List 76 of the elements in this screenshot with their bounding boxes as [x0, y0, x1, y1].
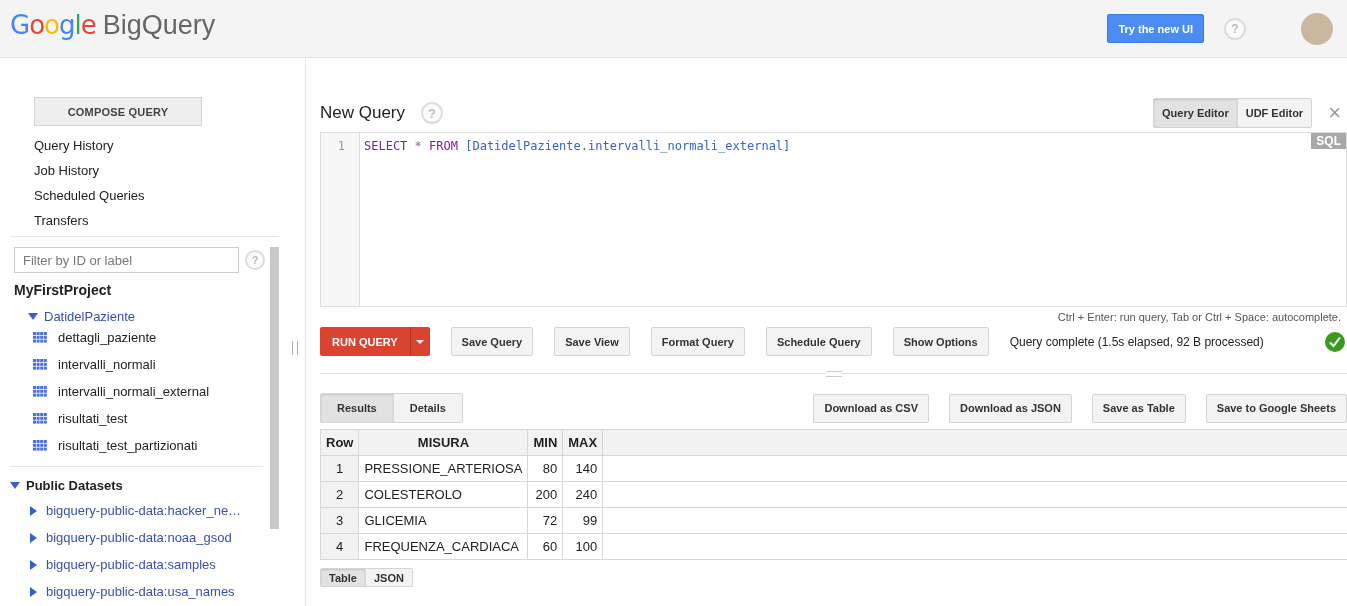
export-button[interactable]: Save as Table [1091, 393, 1186, 423]
table-link[interactable]: intervalli_normali [58, 357, 156, 372]
dataset-link[interactable]: bigquery-public-data:samples [46, 557, 216, 572]
table-cell: 240 [562, 481, 603, 508]
table-cell: 60 [527, 533, 563, 560]
expand-triangle-icon[interactable] [28, 313, 38, 320]
compose-query-button[interactable]: COMPOSE QUERY [34, 97, 202, 126]
nav-link[interactable]: Job History [34, 158, 100, 183]
action-button[interactable]: Save Query [450, 327, 534, 356]
table-cell: 140 [562, 455, 603, 482]
resize-handle-icon[interactable] [292, 341, 298, 355]
table-icon [33, 332, 47, 343]
column-header: MISURA [358, 429, 528, 456]
scrollbar[interactable] [270, 247, 279, 529]
code-editor[interactable]: 1 SELECT * FROM [DatidelPaziente.intervalli_normali_external] SQL [320, 132, 1347, 307]
table-cell: 72 [527, 507, 563, 534]
nav-link[interactable]: Scheduled Queries [34, 183, 145, 208]
nav-link[interactable]: Transfers [34, 208, 89, 233]
query-title: New Query [320, 103, 406, 123]
dataset-link[interactable]: DatidelPaziente [44, 309, 136, 324]
export-button[interactable]: Download as CSV [813, 393, 929, 423]
expand-triangle-icon[interactable] [30, 559, 37, 570]
table-icon [33, 359, 47, 370]
action-button[interactable]: Show Options [892, 327, 989, 356]
project-name[interactable]: MyFirstProject [14, 281, 112, 299]
action-button[interactable]: Schedule Query [765, 327, 872, 356]
export-button[interactable]: Save to Google Sheets [1205, 393, 1347, 423]
status-message: Query complete (1.5s elapsed, 92 B processed) [1009, 334, 1264, 349]
nav-link[interactable]: Query History [34, 133, 114, 158]
code-line: SELECT * FROM [DatidelPaziente.intervalli_normali_external] [364, 138, 791, 154]
table-link[interactable]: dettagli_paziente [58, 330, 157, 345]
column-header: MAX [562, 429, 603, 456]
table-cell: PRESSIONE_ARTERIOSA [358, 455, 528, 482]
table-cell: 1 [320, 455, 359, 482]
action-button[interactable]: Format Query [650, 327, 745, 356]
expand-triangle-icon[interactable] [30, 505, 37, 516]
column-header: MIN [527, 429, 563, 456]
table-cell: GLICEMIA [358, 507, 528, 534]
dataset-link[interactable]: bigquery-public-data:usa_names [46, 584, 235, 599]
export-button[interactable]: Download as JSON [949, 393, 1072, 423]
table-icon [33, 413, 47, 424]
editor-tab[interactable]: Query Editor [1154, 99, 1237, 127]
table-link[interactable]: risultati_test [58, 411, 128, 426]
table-link[interactable]: risultati_test_partizionati [58, 438, 198, 453]
column-header: Row [320, 429, 359, 456]
table-cell: 2 [320, 481, 359, 508]
results-tab[interactable]: Details [392, 394, 462, 422]
dataset-link[interactable]: bigquery-public-data:noaa_gsod [46, 530, 232, 545]
table-cell: 3 [320, 507, 359, 534]
filter-field[interactable]: Filter by ID or label [14, 247, 239, 273]
view-tab[interactable]: Table [321, 569, 365, 586]
action-button[interactable]: Save View [554, 327, 630, 356]
table-cell: 99 [562, 507, 603, 534]
expand-triangle-icon[interactable] [30, 532, 37, 543]
line-number: 1 [336, 138, 346, 154]
brand-logo: Google BigQuery [10, 10, 216, 41]
expand-triangle-icon[interactable] [30, 586, 37, 597]
table-cell: COLESTEROLO [358, 481, 528, 508]
table-cell: 200 [527, 481, 563, 508]
section-title[interactable]: Public Datasets [26, 477, 123, 493]
table-cell: 100 [562, 533, 603, 560]
editor-tab[interactable]: UDF Editor [1236, 99, 1312, 127]
resize-handle-icon[interactable] [825, 371, 842, 377]
language-badge: SQL [1311, 133, 1346, 149]
shortcut-hint: Ctrl + Enter: run query, Tab or Ctrl + Space: autocomplete. [1057, 311, 1341, 323]
table-icon [33, 440, 47, 451]
table-cell: 4 [320, 533, 359, 560]
results-tab[interactable]: Results [321, 394, 393, 422]
run-query-button[interactable]: RUN QUERY [320, 327, 430, 356]
table-cell: 80 [527, 455, 563, 482]
table-link[interactable]: intervalli_normali_external [58, 384, 210, 399]
table-icon [33, 386, 47, 397]
expand-triangle-icon[interactable] [10, 481, 20, 489]
view-tab[interactable]: JSON [364, 569, 412, 586]
dataset-link[interactable]: bigquery-public-data:hacker_ne… [46, 503, 242, 518]
table-cell: FREQUENZA_CARDIACA [358, 533, 528, 560]
